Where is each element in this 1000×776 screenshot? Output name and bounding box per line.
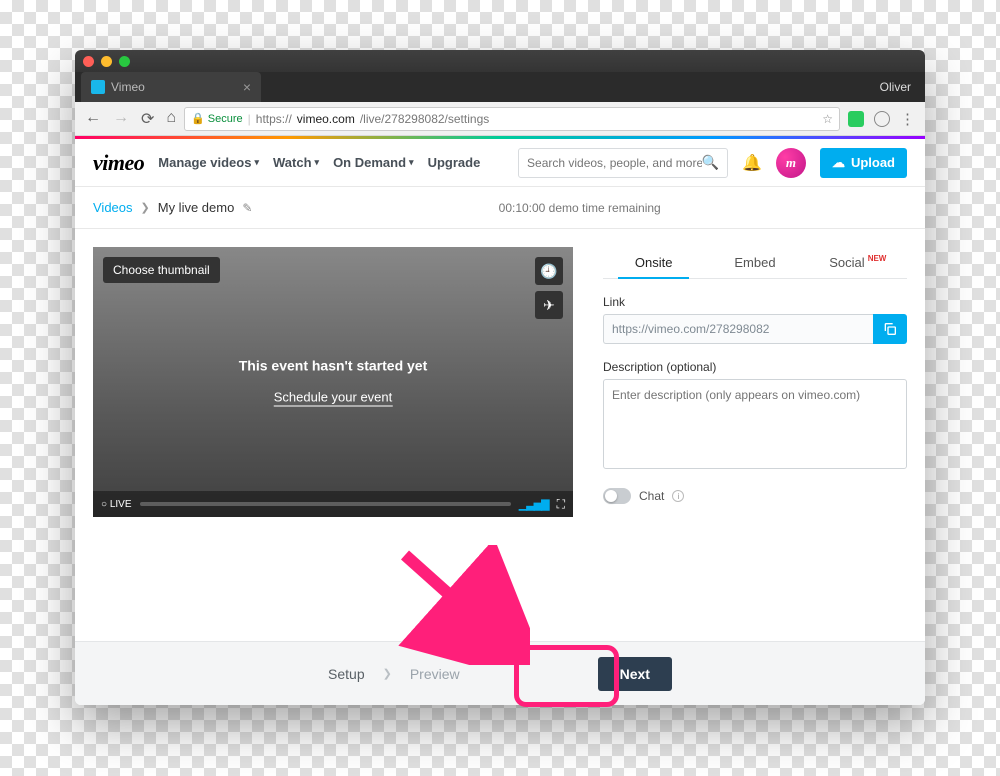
extension-icon[interactable] bbox=[848, 111, 864, 127]
main-content: Choose thumbnail 🕘 ✈ This event hasn't s… bbox=[75, 229, 925, 641]
search-box[interactable]: 🔍 bbox=[518, 148, 728, 178]
profile-name[interactable]: Oliver bbox=[880, 72, 925, 102]
tab-social[interactable]: SocialNEW bbox=[806, 247, 907, 278]
tab-embed[interactable]: Embed bbox=[704, 247, 805, 278]
upload-button[interactable]: ☁ Upload bbox=[820, 148, 907, 178]
search-input[interactable] bbox=[527, 156, 702, 170]
url-host: vimeo.com bbox=[297, 112, 355, 126]
browser-window: Vimeo × Oliver ← → ⟳ ⌂ 🔒 Secure | https:… bbox=[75, 50, 925, 705]
nav-manage[interactable]: Manage videos▾ bbox=[158, 155, 259, 170]
tab-title: Vimeo bbox=[111, 80, 145, 94]
lock-icon: 🔒 bbox=[191, 112, 205, 125]
signal-icon: ▁▃▅▇ bbox=[519, 498, 549, 511]
fullscreen-icon[interactable]: ⛶ bbox=[557, 497, 565, 512]
nav-upgrade[interactable]: Upgrade bbox=[428, 155, 481, 170]
wizard-footer: Setup ❯ Preview Next bbox=[75, 641, 925, 705]
back-icon[interactable]: ← bbox=[85, 109, 101, 129]
live-badge: LIVE bbox=[101, 499, 132, 510]
breadcrumb: Videos ❯ My live demo ✎ 00:10:00 demo ti… bbox=[75, 187, 925, 229]
next-button[interactable]: Next bbox=[598, 657, 672, 691]
share-tabs: Onsite Embed SocialNEW bbox=[603, 247, 907, 279]
url-bar: ← → ⟳ ⌂ 🔒 Secure | https://vimeo.com/liv… bbox=[75, 102, 925, 136]
video-player: Choose thumbnail 🕘 ✈ This event hasn't s… bbox=[93, 247, 573, 517]
secure-badge: 🔒 Secure bbox=[191, 112, 243, 125]
link-label: Link bbox=[603, 295, 907, 309]
progress-bar[interactable] bbox=[140, 502, 511, 506]
chevron-right-icon: ❯ bbox=[383, 667, 392, 680]
vimeo-logo[interactable]: vimeo bbox=[93, 150, 144, 176]
tab-strip: Vimeo × Oliver bbox=[75, 72, 925, 102]
clock-icon[interactable]: 🕘 bbox=[535, 257, 563, 285]
link-input[interactable] bbox=[603, 314, 873, 344]
choose-thumbnail-button[interactable]: Choose thumbnail bbox=[103, 257, 220, 283]
crumb-title: My live demo bbox=[158, 200, 235, 215]
nav-ondemand[interactable]: On Demand▾ bbox=[333, 155, 414, 170]
copy-link-button[interactable] bbox=[873, 314, 907, 344]
tab-onsite[interactable]: Onsite bbox=[603, 247, 704, 278]
browser-tab[interactable]: Vimeo × bbox=[81, 72, 261, 102]
share-icon[interactable]: ✈ bbox=[535, 291, 563, 319]
window-minimize-icon[interactable] bbox=[101, 56, 112, 67]
avatar[interactable]: m bbox=[776, 148, 806, 178]
schedule-link[interactable]: Schedule your event bbox=[274, 390, 393, 407]
forward-icon[interactable]: → bbox=[113, 109, 129, 129]
notifications-icon[interactable]: 🔔 bbox=[742, 153, 762, 173]
chat-toggle[interactable] bbox=[603, 488, 631, 504]
step-preview: Preview bbox=[410, 666, 460, 682]
description-input[interactable] bbox=[603, 379, 907, 469]
time-remaining: 00:10:00 demo time remaining bbox=[499, 201, 661, 215]
player-controls: LIVE ▁▃▅▇ ⛶ bbox=[93, 491, 573, 517]
info-icon[interactable]: i bbox=[672, 490, 684, 502]
bookmark-icon[interactable]: ☆ bbox=[822, 112, 833, 126]
reload-icon[interactable]: ⟳ bbox=[141, 109, 154, 129]
home-icon[interactable]: ⌂ bbox=[166, 109, 176, 129]
address-bar[interactable]: 🔒 Secure | https://vimeo.com/live/278298… bbox=[184, 107, 840, 131]
account-icon[interactable] bbox=[874, 111, 890, 127]
menu-icon[interactable]: ⋮ bbox=[900, 110, 915, 128]
window-zoom-icon[interactable] bbox=[119, 56, 130, 67]
nav-watch[interactable]: Watch▾ bbox=[273, 155, 319, 170]
chevron-right-icon: ❯ bbox=[141, 201, 150, 214]
tab-close-icon[interactable]: × bbox=[243, 79, 251, 95]
crumb-videos[interactable]: Videos bbox=[93, 200, 133, 215]
player-message: This event hasn't started yet bbox=[239, 358, 428, 374]
favicon-icon bbox=[91, 80, 105, 94]
mac-titlebar bbox=[75, 50, 925, 72]
description-label: Description (optional) bbox=[603, 360, 907, 374]
url-scheme: https:// bbox=[256, 112, 292, 126]
chat-label: Chat bbox=[639, 489, 664, 503]
site-header: vimeo Manage videos▾ Watch▾ On Demand▾ U… bbox=[75, 139, 925, 187]
cloud-upload-icon: ☁ bbox=[832, 155, 845, 171]
url-path: /live/278298082/settings bbox=[360, 112, 489, 126]
window-close-icon[interactable] bbox=[83, 56, 94, 67]
new-badge: NEW bbox=[868, 254, 887, 263]
edit-title-icon[interactable]: ✎ bbox=[242, 201, 252, 215]
search-icon[interactable]: 🔍 bbox=[702, 154, 719, 171]
step-setup[interactable]: Setup bbox=[328, 666, 365, 682]
